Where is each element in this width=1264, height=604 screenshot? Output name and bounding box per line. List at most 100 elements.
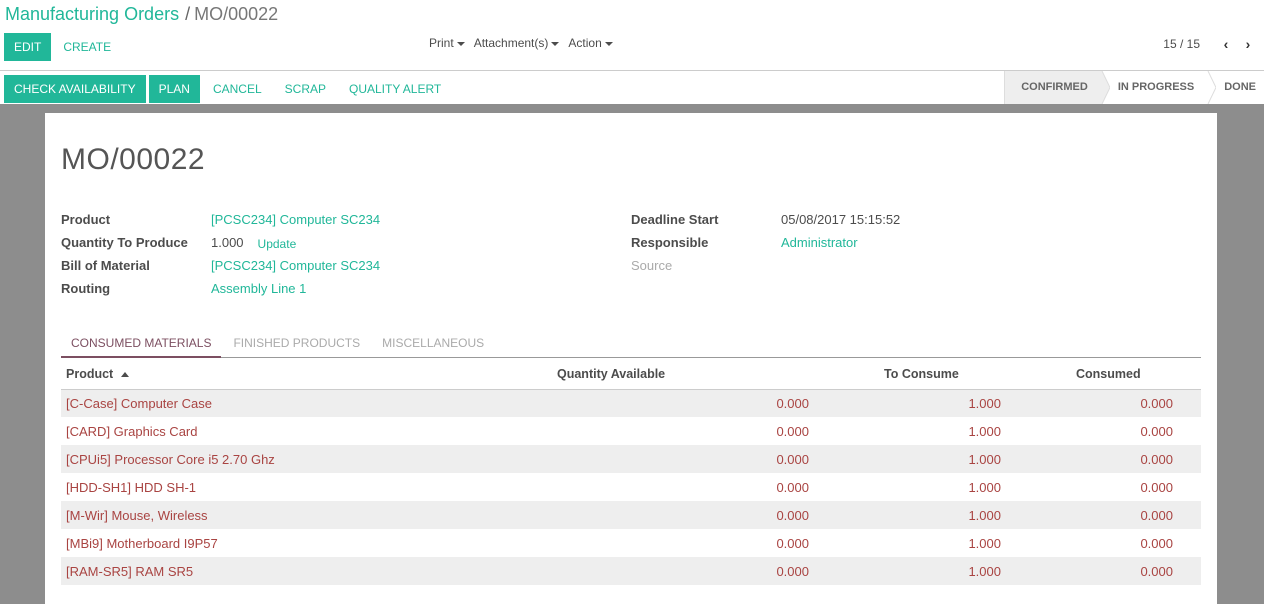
column-label: Product	[66, 366, 114, 381]
tab-consumed-materials[interactable]: CONSUMED MATERIALS	[61, 332, 222, 358]
bom-link[interactable]: [PCSC234] Computer SC234	[211, 258, 380, 273]
consumed-materials-table: Product Quantity Available To Consume Co…	[61, 359, 1201, 585]
table-header-row: Product Quantity Available To Consume Co…	[61, 359, 1201, 390]
row-quantity-available: 0.000	[776, 479, 809, 495]
field-product: Product [PCSC234] Computer SC234	[61, 208, 380, 231]
row-consumed: 0.000	[1140, 507, 1173, 523]
row-to-consume: 1.000	[968, 451, 1001, 467]
row-consumed: 0.000	[1140, 451, 1173, 467]
sidebar-dropdowns: Print Attachment(s) Action	[429, 36, 613, 50]
field-label: Responsible	[631, 235, 709, 250]
row-to-consume: 1.000	[968, 479, 1001, 495]
caret-down-icon	[456, 41, 465, 46]
field-bill-of-material: Bill of Material [PCSC234] Computer SC23…	[61, 254, 380, 277]
table-row[interactable]: [M-Wir] Mouse, Wireless 0.000 1.000 0.000	[61, 501, 1201, 529]
row-product: [HDD-SH1] HDD SH-1	[66, 479, 197, 495]
pager: 15 / 15 ‹ ›	[1163, 36, 1256, 52]
update-quantity-button[interactable]: Update	[258, 237, 297, 251]
column-consumed[interactable]: Consumed	[1003, 359, 1201, 390]
product-link[interactable]: [PCSC234] Computer SC234	[211, 212, 380, 227]
row-to-consume: 1.000	[968, 563, 1001, 579]
field-label: Deadline Start	[631, 212, 719, 227]
row-to-consume: 1.000	[968, 535, 1001, 551]
scrap-button[interactable]: SCRAP	[275, 75, 336, 103]
breadcrumb-manufacturing-orders[interactable]: Manufacturing Orders	[5, 4, 179, 24]
chevron-right-icon[interactable]: ›	[1240, 36, 1256, 52]
stage-confirmed[interactable]: CONFIRMED	[1004, 71, 1110, 104]
field-routing: Routing Assembly Line 1	[61, 277, 380, 300]
field-responsible: Responsible Administrator	[631, 231, 900, 254]
form-sheet: MO/00022 Product [PCSC234] Computer SC23…	[45, 113, 1217, 604]
row-quantity-available: 0.000	[776, 563, 809, 579]
tab-finished-products[interactable]: FINISHED PRODUCTS	[223, 332, 370, 357]
routing-link[interactable]: Assembly Line 1	[211, 281, 306, 296]
stage-pipeline: CONFIRMED IN PROGRESS DONE	[1004, 71, 1264, 104]
table-row[interactable]: [MBi9] Motherboard I9P57 0.000 1.000 0.000	[61, 529, 1201, 557]
attachments-dropdown[interactable]: Attachment(s)	[474, 36, 560, 50]
row-to-consume: 1.000	[968, 423, 1001, 439]
notebook-tabs: CONSUMED MATERIALS FINISHED PRODUCTS MIS…	[61, 332, 1201, 358]
column-quantity-available[interactable]: Quantity Available	[541, 359, 811, 390]
cancel-button[interactable]: CANCEL	[203, 75, 272, 103]
table-row[interactable]: [HDD-SH1] HDD SH-1 0.000 1.000 0.000	[61, 473, 1201, 501]
status-bar: CHECK AVAILABILITY PLAN CANCEL SCRAP QUA…	[0, 70, 1264, 104]
stage-label: CONFIRMED	[1021, 81, 1088, 93]
row-product: [CPUi5] Processor Core i5 2.70 Ghz	[66, 451, 275, 467]
status-bar-buttons: CHECK AVAILABILITY PLAN CANCEL SCRAP QUA…	[4, 75, 451, 103]
row-quantity-available: 0.000	[776, 395, 809, 411]
deadline-value: 05/08/2017 15:15:52	[781, 212, 901, 227]
attachments-label: Attachment(s)	[473, 36, 549, 50]
pager-value[interactable]: 15 / 15	[1163, 37, 1200, 51]
create-button[interactable]: CREATE	[53, 33, 121, 61]
check-availability-button[interactable]: CHECK AVAILABILITY	[4, 75, 146, 103]
left-field-group: Product [PCSC234] Computer SC234 Quantit…	[61, 208, 380, 300]
caret-down-icon	[604, 41, 613, 46]
record-title: MO/00022	[61, 143, 206, 176]
action-dropdown[interactable]: Action	[568, 36, 613, 50]
breadcrumb-separator: /	[185, 4, 191, 24]
column-to-consume[interactable]: To Consume	[811, 359, 1003, 390]
row-consumed: 0.000	[1140, 563, 1173, 579]
stage-arrow-icon	[1093, 71, 1110, 104]
row-quantity-available: 0.000	[776, 423, 809, 439]
row-consumed: 0.000	[1140, 395, 1173, 411]
field-label: Source	[631, 258, 673, 273]
print-dropdown[interactable]: Print	[429, 36, 465, 50]
row-consumed: 0.000	[1140, 423, 1173, 439]
row-consumed: 0.000	[1140, 535, 1173, 551]
stage-arrow-icon	[1200, 71, 1217, 104]
quality-alert-button[interactable]: QUALITY ALERT	[339, 75, 451, 103]
row-quantity-available: 0.000	[776, 507, 809, 523]
row-product: [C-Case] Computer Case	[66, 395, 212, 411]
table-row[interactable]: [CPUi5] Processor Core i5 2.70 Ghz 0.000 1…	[61, 445, 1201, 473]
field-label: Quantity To Produce	[61, 235, 188, 250]
table-row[interactable]: [C-Case] Computer Case 0.000 1.000 0.000	[61, 389, 1201, 417]
row-product: [RAM-SR5] RAM SR5	[66, 563, 194, 579]
print-label: Print	[429, 36, 454, 50]
sort-ascending-icon	[121, 371, 130, 377]
breadcrumb-current: MO/00022	[194, 4, 279, 24]
caret-down-icon	[551, 41, 560, 46]
tab-miscellaneous[interactable]: MISCELLANEOUS	[372, 332, 494, 357]
field-quantity-to-produce: Quantity To Produce 1.000 Update	[61, 231, 380, 254]
chevron-left-icon[interactable]: ‹	[1218, 36, 1234, 52]
stage-in-progress[interactable]: IN PROGRESS	[1102, 71, 1217, 104]
table-row[interactable]: [RAM-SR5] RAM SR5 0.000 1.000 0.000	[61, 557, 1201, 585]
row-product: [M-Wir] Mouse, Wireless	[66, 507, 208, 523]
row-product: [CARD] Graphics Card	[66, 423, 198, 439]
column-product[interactable]: Product	[61, 359, 541, 390]
row-product: [MBi9] Motherboard I9P57	[66, 535, 218, 551]
field-label: Bill of Material	[61, 258, 150, 273]
responsible-link[interactable]: Administrator	[781, 235, 858, 250]
row-to-consume: 1.000	[968, 507, 1001, 523]
stage-done[interactable]: DONE	[1208, 71, 1264, 104]
quantity-value: 1.000	[211, 235, 244, 250]
table-body: [C-Case] Computer Case 0.000 1.000 0.000 [CA…	[61, 389, 1201, 585]
field-deadline-start: Deadline Start 05/08/2017 15:15:52	[631, 208, 900, 231]
right-field-group: Deadline Start 05/08/2017 15:15:52 Respo…	[631, 208, 900, 277]
edit-button[interactable]: EDIT	[4, 33, 52, 61]
plan-button[interactable]: PLAN	[148, 75, 200, 103]
row-consumed: 0.000	[1140, 479, 1173, 495]
breadcrumb: Manufacturing Orders / MO/00022	[5, 4, 278, 25]
table-row[interactable]: [CARD] Graphics Card 0.000 1.000 0.000	[61, 417, 1201, 445]
